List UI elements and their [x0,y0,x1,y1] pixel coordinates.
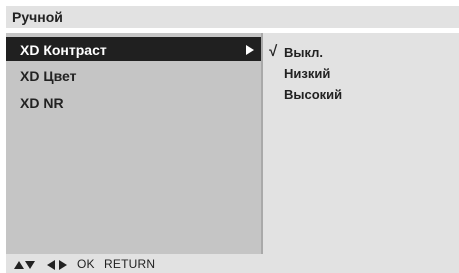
menu-item-xd-nr[interactable]: XD NR [6,90,261,114]
menu-item-xd-contrast[interactable]: XD Контраст [6,37,261,61]
option-label: Низкий [284,66,331,81]
arrow-left-icon[interactable] [47,260,55,270]
option-off[interactable]: √ Выкл. [263,41,459,61]
return-button[interactable]: RETURN [104,258,155,271]
footer-bar: OK RETURN [6,254,459,273]
options-panel: √ Выкл. Низкий Высокий [263,33,459,254]
option-label: Выкл. [284,45,324,60]
title-bar: Ручной [6,6,459,28]
option-label: Высокий [284,87,343,102]
check-mark-icon: √ [269,43,278,60]
menu-panel: XD Контраст XD Цвет XD NR [6,33,261,254]
menu-item-xd-color[interactable]: XD Цвет [6,63,261,87]
menu-item-label: XD Цвет [20,68,77,84]
arrow-up-icon[interactable] [14,261,24,269]
arrow-down-icon[interactable] [25,261,35,269]
arrow-right-icon[interactable] [59,260,67,270]
menu-item-label: XD Контраст [20,42,107,58]
ok-button[interactable]: OK [77,258,95,271]
option-low[interactable]: Низкий [263,62,459,82]
submenu-arrow-icon [246,45,254,55]
option-high[interactable]: Высокий [263,83,459,103]
osd-screen: Ручной XD Контраст XD Цвет XD NR √ Выкл.… [0,0,459,273]
menu-item-label: XD NR [20,95,64,111]
menu-title: Ручной [12,9,63,25]
